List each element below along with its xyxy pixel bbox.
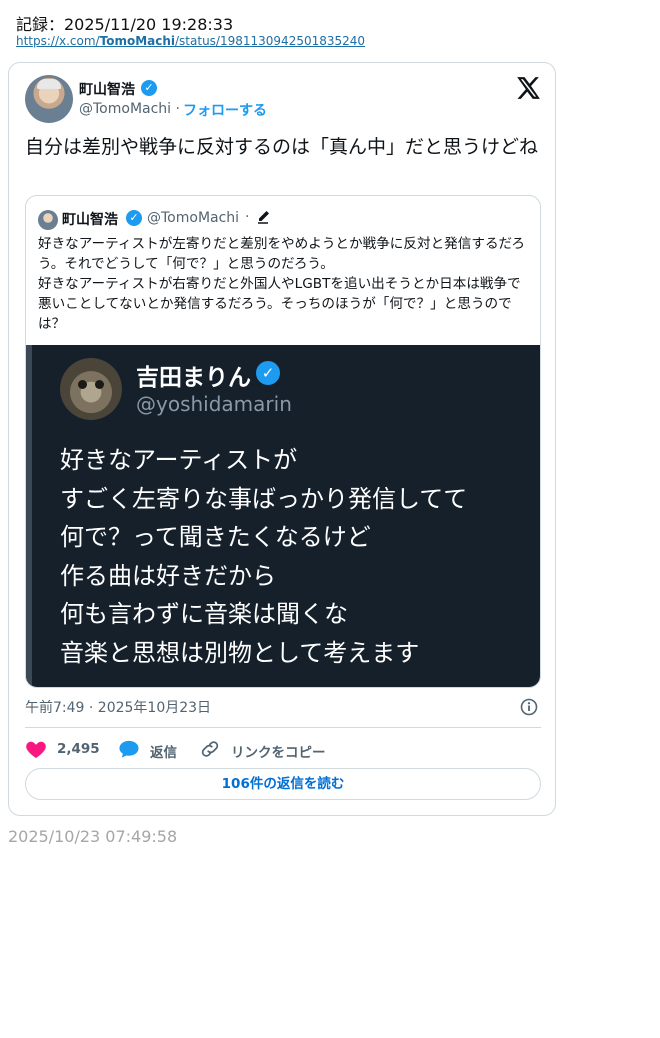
like-count: 2,495 — [57, 741, 100, 757]
reply-label: 返信 — [150, 745, 177, 761]
url-user: TomoMachi — [99, 34, 176, 48]
copy-link-label: リンクをコピー — [231, 745, 326, 761]
quoted-text: 好きなアーティストが左寄りだと差別をやめようとか戦争に反対と発信するだろう。それ… — [38, 236, 525, 332]
image-text-line: 音楽と思想は別物として考えます — [60, 638, 420, 667]
url-suffix: /status/1981130942501835240 — [175, 34, 366, 48]
quoted-author-avatar — [38, 210, 58, 230]
footer-date: 2025/10/23 07:49:58 — [8, 827, 178, 846]
quoted-image[interactable]: 吉田まりん ✓ @yoshidamarin 好きなアーティストが すごく左寄りな… — [26, 345, 540, 687]
tweet-text: 自分は差別や戦争に反対するのは「真ん中」だと思うけどね — [25, 136, 539, 158]
author-avatar[interactable] — [25, 75, 73, 123]
image-left-stripe — [26, 345, 32, 687]
image-text-line: 何で？って聞きたくなるけど — [60, 523, 371, 552]
image-text-line: 何も言わずに音楽は聞くな — [60, 600, 348, 629]
author-name[interactable]: 町山智浩 — [79, 79, 135, 99]
handle-separator: · — [175, 101, 180, 117]
follow-button[interactable]: フォローする — [183, 100, 267, 120]
heart-icon — [26, 741, 46, 759]
tweet-card: 町山智浩 ✓ @TomoMachi · フォローする 自分は差別や戦争に反対する… — [8, 62, 556, 816]
tweet-url-link[interactable]: https://x.com/TomoMachi/status/198113094… — [16, 34, 365, 48]
author-handle[interactable]: @TomoMachi · — [79, 101, 180, 117]
image-text-block: 好きなアーティストが すごく左寄りな事ばっかり発信してて 何で？って聞きたくなる… — [60, 441, 530, 673]
quoted-separator: · — [245, 209, 250, 225]
handle-text: @TomoMachi — [79, 101, 172, 117]
link-icon — [201, 741, 219, 757]
image-verified-badge-icon: ✓ — [256, 361, 280, 385]
x-logo-icon[interactable] — [515, 75, 541, 101]
image-author-handle: @yoshidamarin — [136, 392, 292, 416]
quoted-author-handle: @TomoMachi — [147, 210, 240, 226]
quoted-tweet[interactable]: 町山智浩 ✓ @TomoMachi · 好きなアーティストが左寄りだと差別をやめ… — [25, 195, 541, 688]
image-author-avatar — [60, 358, 122, 420]
divider — [25, 727, 541, 728]
reply-bubble-icon — [119, 740, 139, 758]
read-replies-button[interactable]: 106件の返信を読む — [25, 768, 541, 800]
verified-badge-icon: ✓ — [141, 80, 157, 96]
tweet-timestamp[interactable]: 午前7:49 · 2025年10月23日 — [25, 697, 211, 717]
quoted-author-name: 町山智浩 — [62, 212, 118, 228]
record-timestamp: 記録：2025/11/20 19:28:33 — [16, 15, 234, 34]
image-text-line: 好きなアーティストが — [60, 446, 298, 474]
quoted-verified-badge-icon: ✓ — [126, 210, 142, 226]
image-author-name: 吉田まりん — [136, 365, 251, 391]
edited-pencil-icon — [258, 211, 269, 224]
info-icon[interactable] — [519, 697, 539, 717]
image-text-line: すごく左寄りな事ばっかり発信してて — [60, 484, 468, 513]
url-prefix: https://x.com/ — [16, 34, 100, 48]
image-text-line: 作る曲は好きだから — [60, 561, 276, 590]
